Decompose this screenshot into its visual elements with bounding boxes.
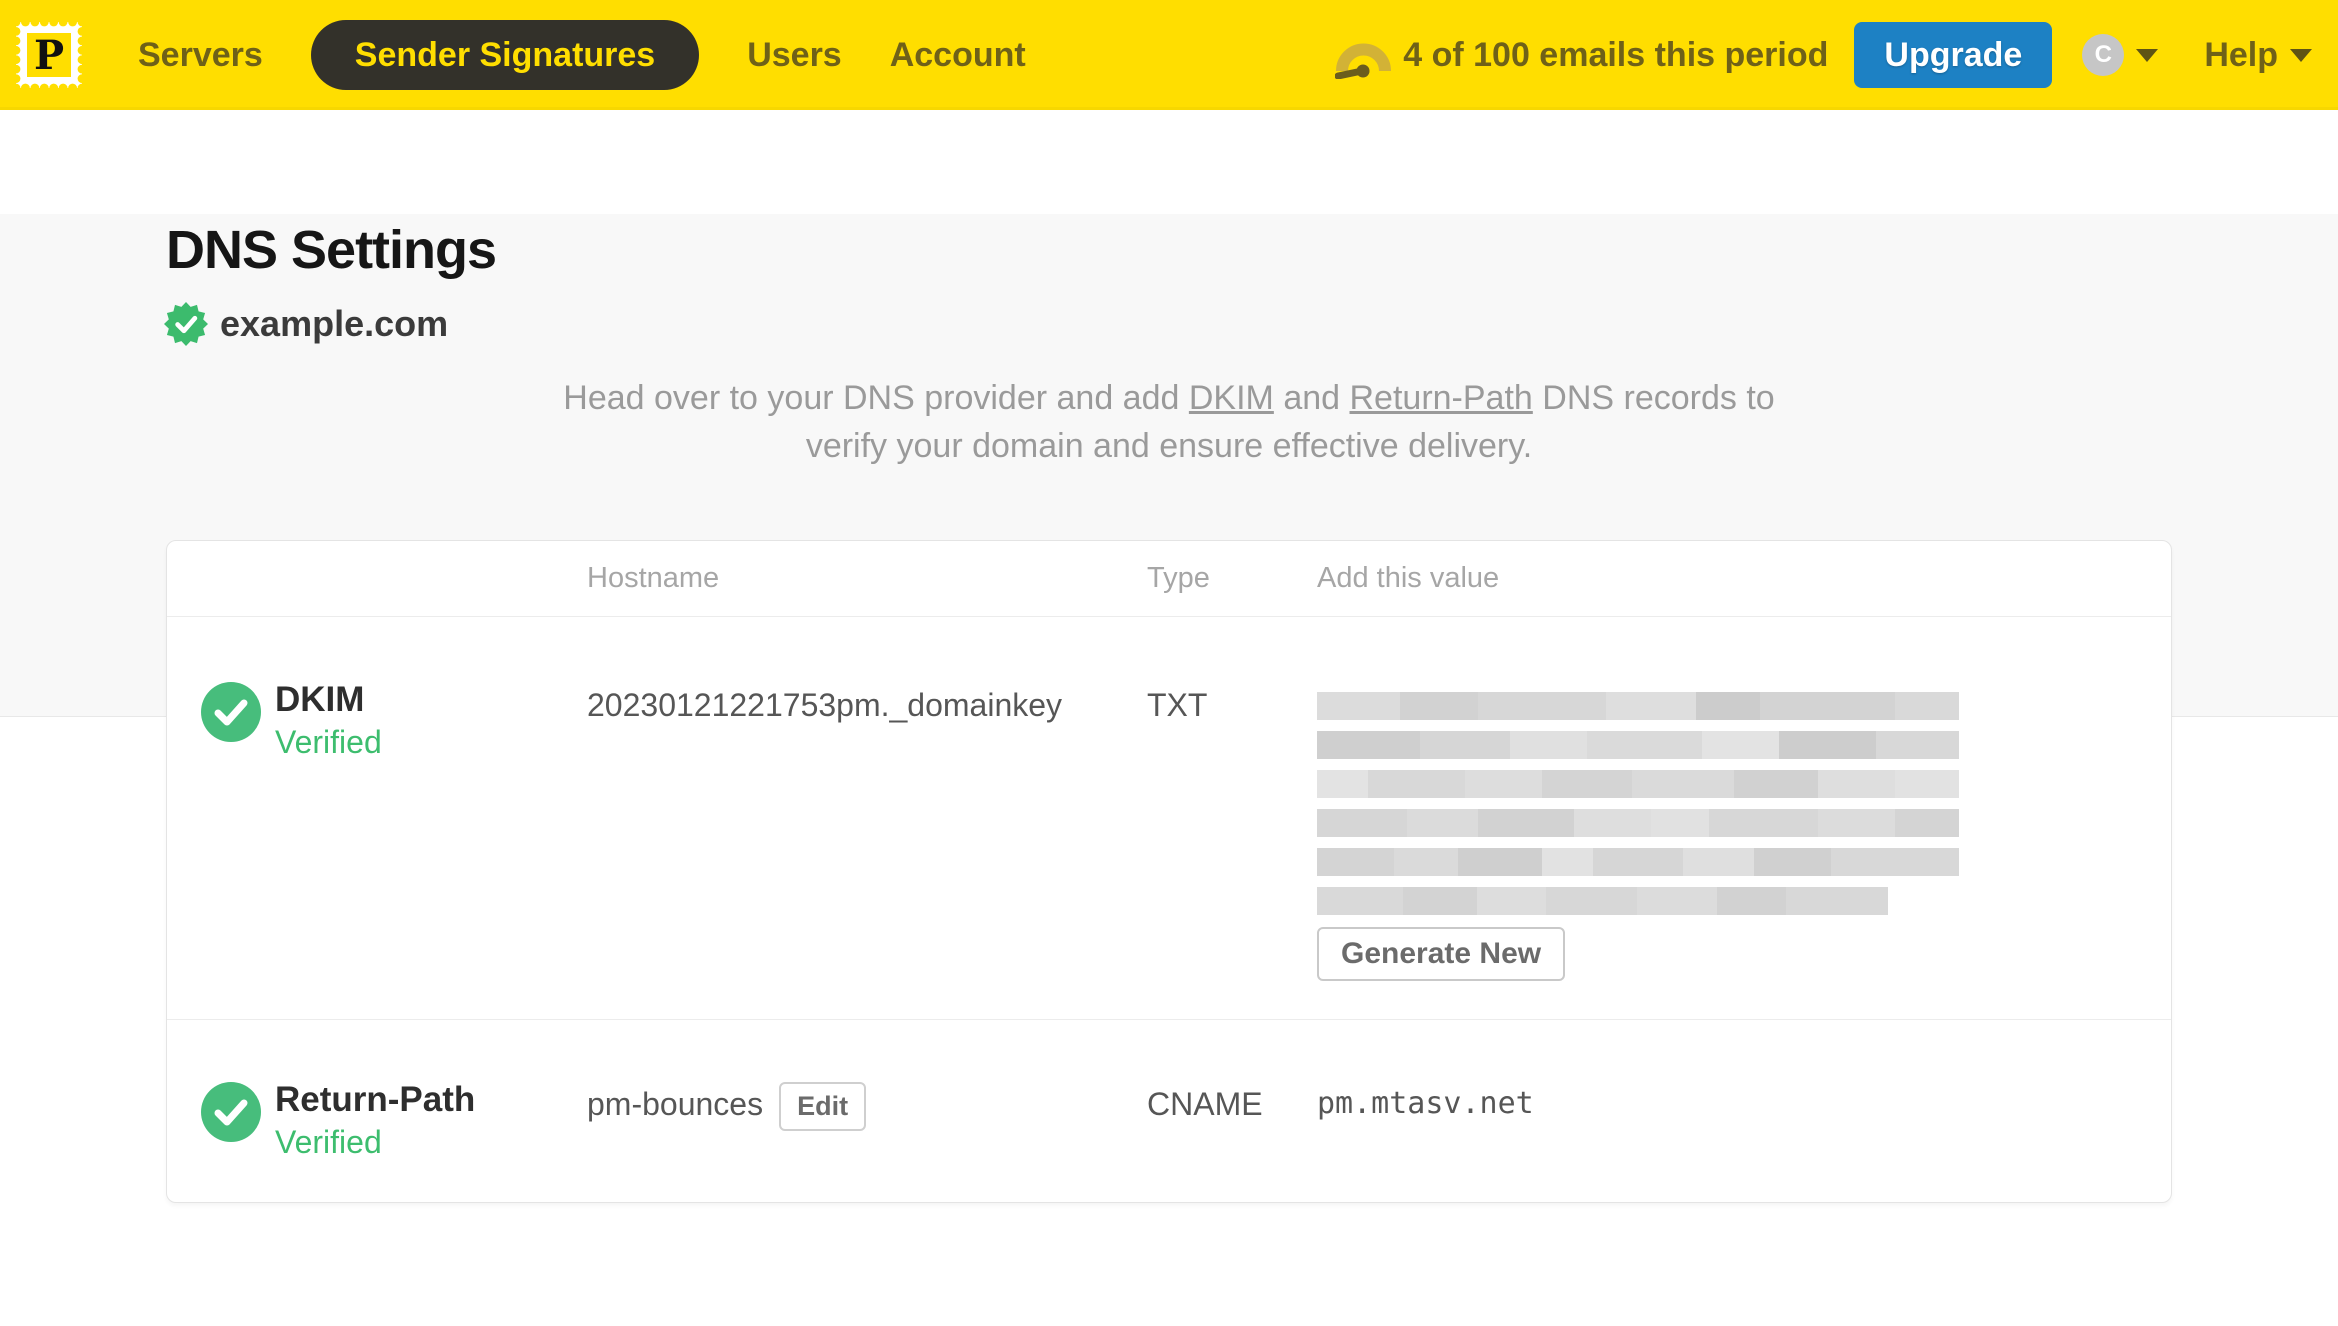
- redacted-row: [1317, 731, 1959, 759]
- chevron-down-icon: [2290, 48, 2312, 62]
- top-navbar: P Servers Sender Signatures Users Accoun…: [0, 0, 2338, 110]
- domain-name: example.com: [220, 303, 449, 344]
- chevron-down-icon: [2136, 48, 2159, 62]
- status-badge: Verified: [275, 724, 382, 760]
- table-row-return-path: Return-Path Verified pm-bounces Edit CNA…: [167, 1020, 2171, 1202]
- record-name: Return-Path: [275, 1080, 476, 1119]
- dkim-label-cell: DKIM Verified: [167, 617, 587, 1019]
- dns-instructions: Head over to your DNS provider and add D…: [549, 374, 1789, 470]
- page-title: DNS Settings: [166, 220, 497, 280]
- nav-item-sender-signatures[interactable]: Sender Signatures: [310, 20, 700, 90]
- dkim-type: TXT: [1147, 687, 1208, 723]
- account-menu[interactable]: C: [2082, 34, 2159, 76]
- header-hostname: Hostname: [587, 562, 720, 594]
- redacted-row: [1317, 848, 1959, 876]
- nav-item-users[interactable]: Users: [747, 36, 842, 75]
- status-badge: Verified: [275, 1124, 382, 1160]
- postmark-stamp-logo-icon[interactable]: P: [16, 22, 82, 88]
- record-name: DKIM: [275, 680, 365, 719]
- table-row-dkim: DKIM Verified 20230121221753pm._domainke…: [167, 617, 2171, 1020]
- table-header-row: Hostname Type Add this value: [167, 541, 2171, 617]
- header-type: Type: [1147, 562, 1210, 594]
- header-add-this-value: Add this value: [1317, 562, 1500, 594]
- instructions-text: Head over to your DNS provider and add: [563, 379, 1189, 417]
- return-path-type: CNAME: [1147, 1086, 1263, 1122]
- verified-check-icon: [201, 1082, 261, 1142]
- nav-right-cluster: 4 of 100 emails this period Upgrade C He…: [1335, 22, 2312, 88]
- primary-nav: Servers Sender Signatures Users Account: [138, 20, 1026, 90]
- avatar[interactable]: C: [2082, 34, 2125, 76]
- redacted-row: [1317, 809, 1959, 837]
- redacted-row: [1317, 887, 1889, 915]
- svg-text:P: P: [34, 32, 64, 79]
- return-path-hostname-cell: pm-bounces Edit: [587, 1020, 1147, 1202]
- dkim-link[interactable]: DKIM: [1189, 379, 1274, 417]
- dkim-hostname: 20230121221753pm._domainkey: [587, 687, 1063, 723]
- edit-button[interactable]: Edit: [779, 1082, 867, 1131]
- usage-counter-text: 4 of 100 emails this period: [1403, 35, 1829, 74]
- return-path-value-cell: pm.mtasv.net: [1317, 1020, 2171, 1202]
- instructions-text: and: [1273, 379, 1350, 417]
- usage-gauge-icon: [1335, 43, 1392, 79]
- help-menu[interactable]: Help: [2204, 36, 2312, 75]
- nav-item-servers[interactable]: Servers: [138, 36, 263, 75]
- redacted-row: [1317, 770, 1959, 798]
- dns-records-card: Hostname Type Add this value DKIM Verifi…: [166, 540, 2172, 1203]
- return-path-label-cell: Return-Path Verified: [167, 1020, 587, 1202]
- verified-domain: example.com: [164, 302, 2338, 346]
- help-label: Help: [2204, 35, 2278, 74]
- redacted-value-block: [1317, 692, 1959, 915]
- verified-check-icon: [201, 682, 261, 742]
- return-path-link[interactable]: Return-Path: [1350, 379, 1533, 417]
- redacted-row: [1317, 692, 1959, 720]
- dkim-value-cell: Generate New: [1317, 617, 2171, 1019]
- main-content: DNS Settings example.com Head over to yo…: [0, 214, 2338, 1326]
- return-path-hostname: pm-bounces: [587, 1086, 764, 1122]
- upgrade-button[interactable]: Upgrade: [1854, 22, 2053, 88]
- return-path-value: pm.mtasv.net: [1317, 1086, 1534, 1121]
- verified-seal-icon: [164, 302, 208, 346]
- nav-item-account[interactable]: Account: [890, 36, 1026, 75]
- generate-new-button[interactable]: Generate New: [1317, 927, 1566, 981]
